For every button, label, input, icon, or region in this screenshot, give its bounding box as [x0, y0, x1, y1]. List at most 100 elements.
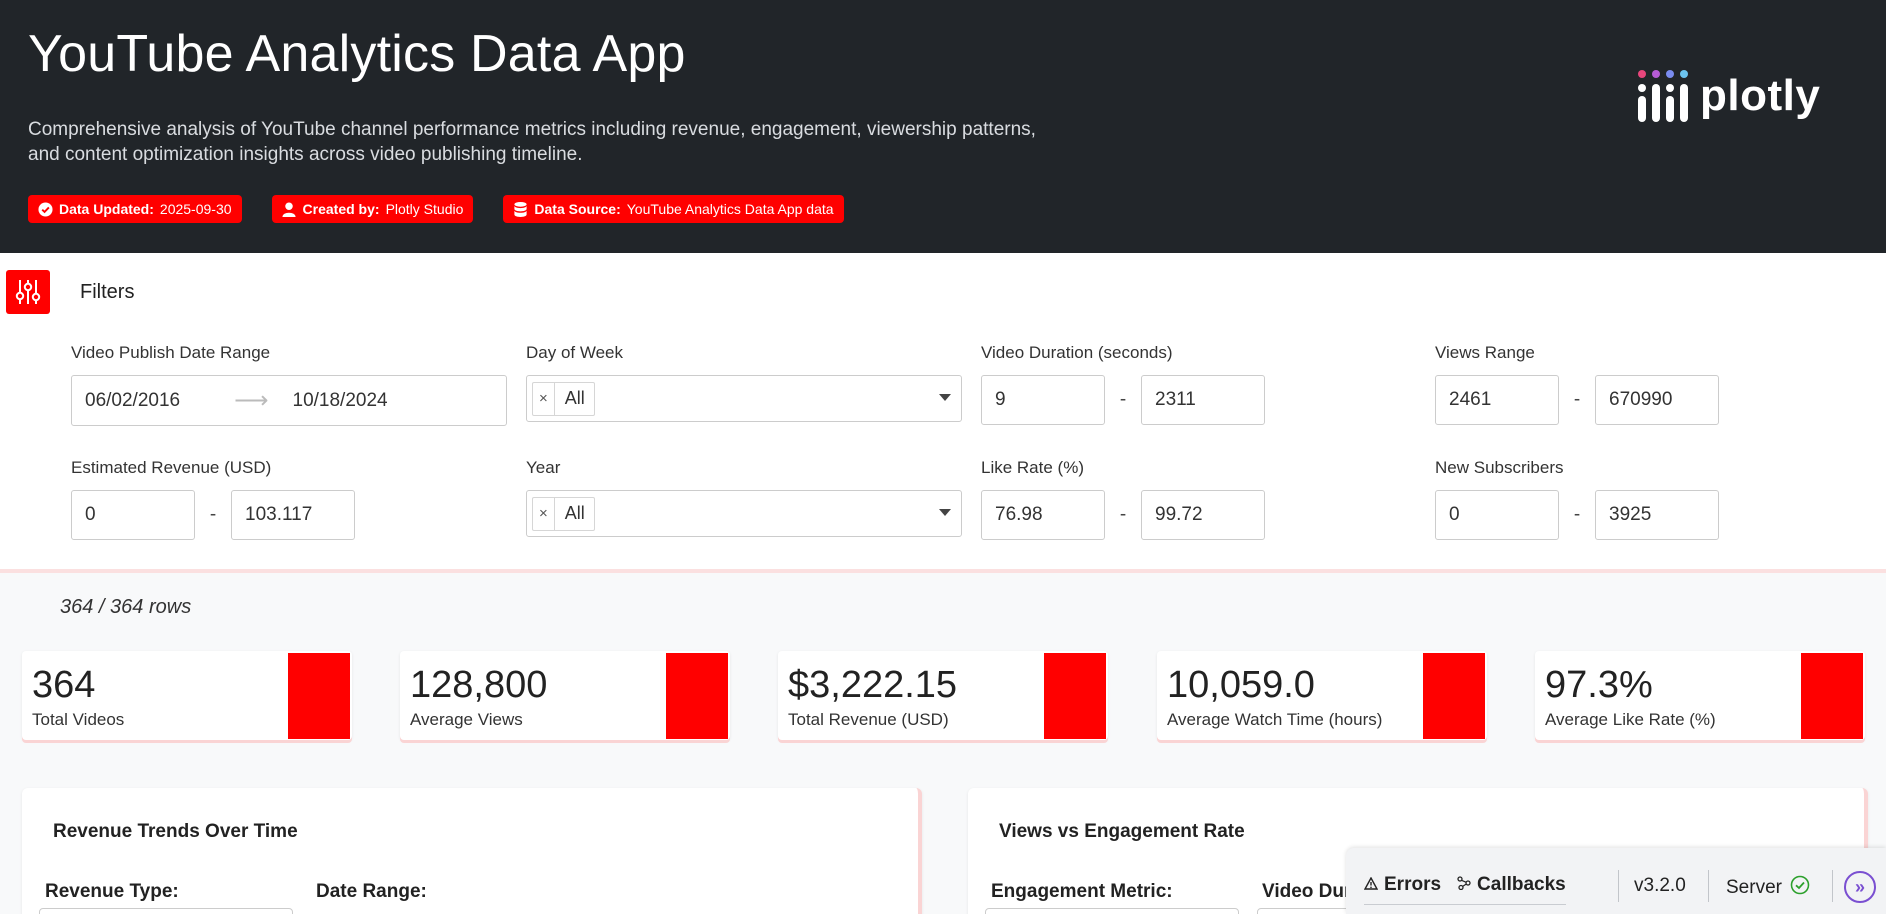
engagement-metric-label: Engagement Metric:: [991, 881, 1173, 902]
kpi-value: 364: [32, 664, 96, 706]
badge-value: Plotly Studio: [385, 201, 464, 217]
kpi-card-average-like-rate: 97.3% Average Like Rate (%): [1535, 651, 1865, 740]
subscribers-min-input[interactable]: 0: [1435, 490, 1559, 540]
app-header: YouTube Analytics Data App Comprehensive…: [0, 0, 1886, 253]
badge-key: Created by:: [302, 201, 380, 217]
errors-tab[interactable]: Errors: [1363, 874, 1442, 896]
devtools-collapse-button[interactable]: »: [1844, 871, 1876, 903]
filter-year: Year × All: [526, 458, 962, 537]
selected-chip: × All: [532, 496, 595, 531]
duration-min-input[interactable]: 9: [981, 375, 1105, 425]
video-duration-control[interactable]: [1257, 908, 1357, 914]
filter-duration: Video Duration (seconds) 9 - 2311: [981, 343, 1265, 425]
filter-publish-date: Video Publish Date Range 06/02/2016 ⟶ 10…: [71, 343, 507, 426]
warning-icon: [1363, 874, 1379, 896]
header-badges: Data Updated: 2025-09-30 Created by: Plo…: [28, 195, 844, 223]
views-max-input[interactable]: 670990: [1595, 375, 1719, 425]
revenue-max-input[interactable]: 103.117: [231, 490, 355, 540]
callbacks-tab[interactable]: Callbacks: [1457, 874, 1566, 896]
date-start-input[interactable]: 06/02/2016: [85, 390, 180, 412]
kpi-accent: [1044, 653, 1106, 739]
divider: [1708, 870, 1709, 902]
callbacks-graph-icon: [1457, 874, 1471, 896]
errors-label: Errors: [1384, 874, 1442, 895]
badge-value: YouTube Analytics Data App data: [626, 201, 834, 217]
filter-label: Video Publish Date Range: [71, 343, 271, 362]
check-circle-icon: [1790, 875, 1810, 901]
kpi-value: $3,222.15: [788, 664, 958, 706]
chevron-down-icon[interactable]: [939, 394, 951, 401]
app-page: YouTube Analytics Data App Comprehensive…: [0, 0, 1886, 914]
card-title: Views vs Engagement Rate: [999, 821, 1245, 842]
filters-header[interactable]: Filters: [6, 270, 134, 314]
duration-max-input[interactable]: 2311: [1141, 375, 1265, 425]
range-separator: -: [1119, 504, 1127, 525]
filter-revenue: Estimated Revenue (USD) 0 - 103.117: [71, 458, 355, 540]
chip-remove-icon[interactable]: ×: [533, 497, 555, 530]
filter-label: New Subscribers: [1435, 458, 1564, 477]
range-inputs: 0 - 103.117: [71, 490, 355, 540]
badge-data-source: Data Source: YouTube Analytics Data App …: [503, 195, 844, 223]
filter-label: Video Duration (seconds): [981, 343, 1173, 362]
kpi-label: Total Videos: [32, 710, 125, 729]
dash-devtools-bar: Errors Callbacks v3.2.0 Server »: [1346, 848, 1886, 914]
plotly-logo-text: plotly: [1700, 71, 1821, 120]
kpi-value: 10,059.0: [1167, 664, 1315, 706]
arrow-right-icon: ⟶: [234, 387, 269, 414]
year-dropdown[interactable]: × All: [526, 490, 962, 537]
filter-label: Views Range: [1435, 343, 1535, 362]
range-inputs: 0 - 3925: [1435, 490, 1719, 540]
callbacks-label: Callbacks: [1477, 874, 1566, 895]
badge-data-updated: Data Updated: 2025-09-30: [28, 195, 242, 223]
kpi-accent: [1801, 653, 1863, 739]
user-icon: [282, 201, 297, 217]
badge-key: Data Updated:: [59, 201, 154, 217]
views-min-input[interactable]: 2461: [1435, 375, 1559, 425]
kpi-value: 128,800: [410, 664, 548, 706]
range-separator: -: [209, 504, 217, 525]
chip-remove-icon[interactable]: ×: [533, 382, 555, 415]
range-inputs: 2461 - 670990: [1435, 375, 1719, 425]
engagement-metric-dropdown[interactable]: [985, 908, 1239, 914]
devtools-tabs: Errors Callbacks: [1363, 874, 1566, 905]
check-circle-icon: [38, 201, 53, 217]
revenue-min-input[interactable]: 0: [71, 490, 195, 540]
date-end-input[interactable]: 10/18/2024: [293, 390, 388, 412]
kpi-card-total-revenue: $3,222.15 Total Revenue (USD): [778, 651, 1108, 740]
plotly-logo-mark-icon: [1638, 70, 1688, 122]
filter-label: Estimated Revenue (USD): [71, 458, 272, 477]
kpi-value: 97.3%: [1545, 664, 1653, 706]
kpi-accent: [666, 653, 728, 739]
plotly-logo[interactable]: plotly: [1636, 68, 1820, 124]
server-status[interactable]: Server: [1726, 875, 1810, 901]
sliders-icon[interactable]: [6, 270, 50, 314]
card-title: Revenue Trends Over Time: [53, 821, 298, 842]
kpi-card-total-videos: 364 Total Videos: [22, 651, 352, 740]
chip-label: All: [564, 503, 585, 523]
kpi-card-average-views: 128,800 Average Views: [400, 651, 730, 740]
filter-day-of-week: Day of Week × All: [526, 343, 962, 422]
filters-panel: Filters Video Publish Date Range 06/02/2…: [0, 253, 1886, 573]
kpi-label: Average Views: [410, 710, 523, 729]
filter-subscribers: New Subscribers 0 - 3925: [1435, 458, 1719, 540]
like-rate-max-input[interactable]: 99.72: [1141, 490, 1265, 540]
kpi-label: Average Like Rate (%): [1545, 710, 1716, 729]
server-label: Server: [1726, 877, 1782, 898]
chip-label: All: [564, 388, 585, 408]
divider: [1618, 870, 1619, 902]
selected-chip: × All: [532, 381, 595, 416]
revenue-trends-card: Revenue Trends Over Time Revenue Type: D…: [22, 788, 922, 914]
day-of-week-dropdown[interactable]: × All: [526, 375, 962, 422]
divider: [1832, 870, 1833, 902]
chevron-down-icon[interactable]: [939, 509, 951, 516]
like-rate-min-input[interactable]: 76.98: [981, 490, 1105, 540]
badge-value: 2025-09-30: [159, 201, 232, 217]
badge-key: Data Source:: [534, 201, 621, 217]
filter-views: Views Range 2461 - 670990: [1435, 343, 1719, 425]
date-range-label: Date Range:: [316, 881, 427, 902]
revenue-type-dropdown[interactable]: [39, 908, 293, 914]
date-range-picker[interactable]: 06/02/2016 ⟶ 10/18/2024: [71, 375, 507, 426]
subscribers-max-input[interactable]: 3925: [1595, 490, 1719, 540]
range-inputs: 76.98 - 99.72: [981, 490, 1265, 540]
video-duration-label: Video Dur: [1262, 881, 1352, 902]
